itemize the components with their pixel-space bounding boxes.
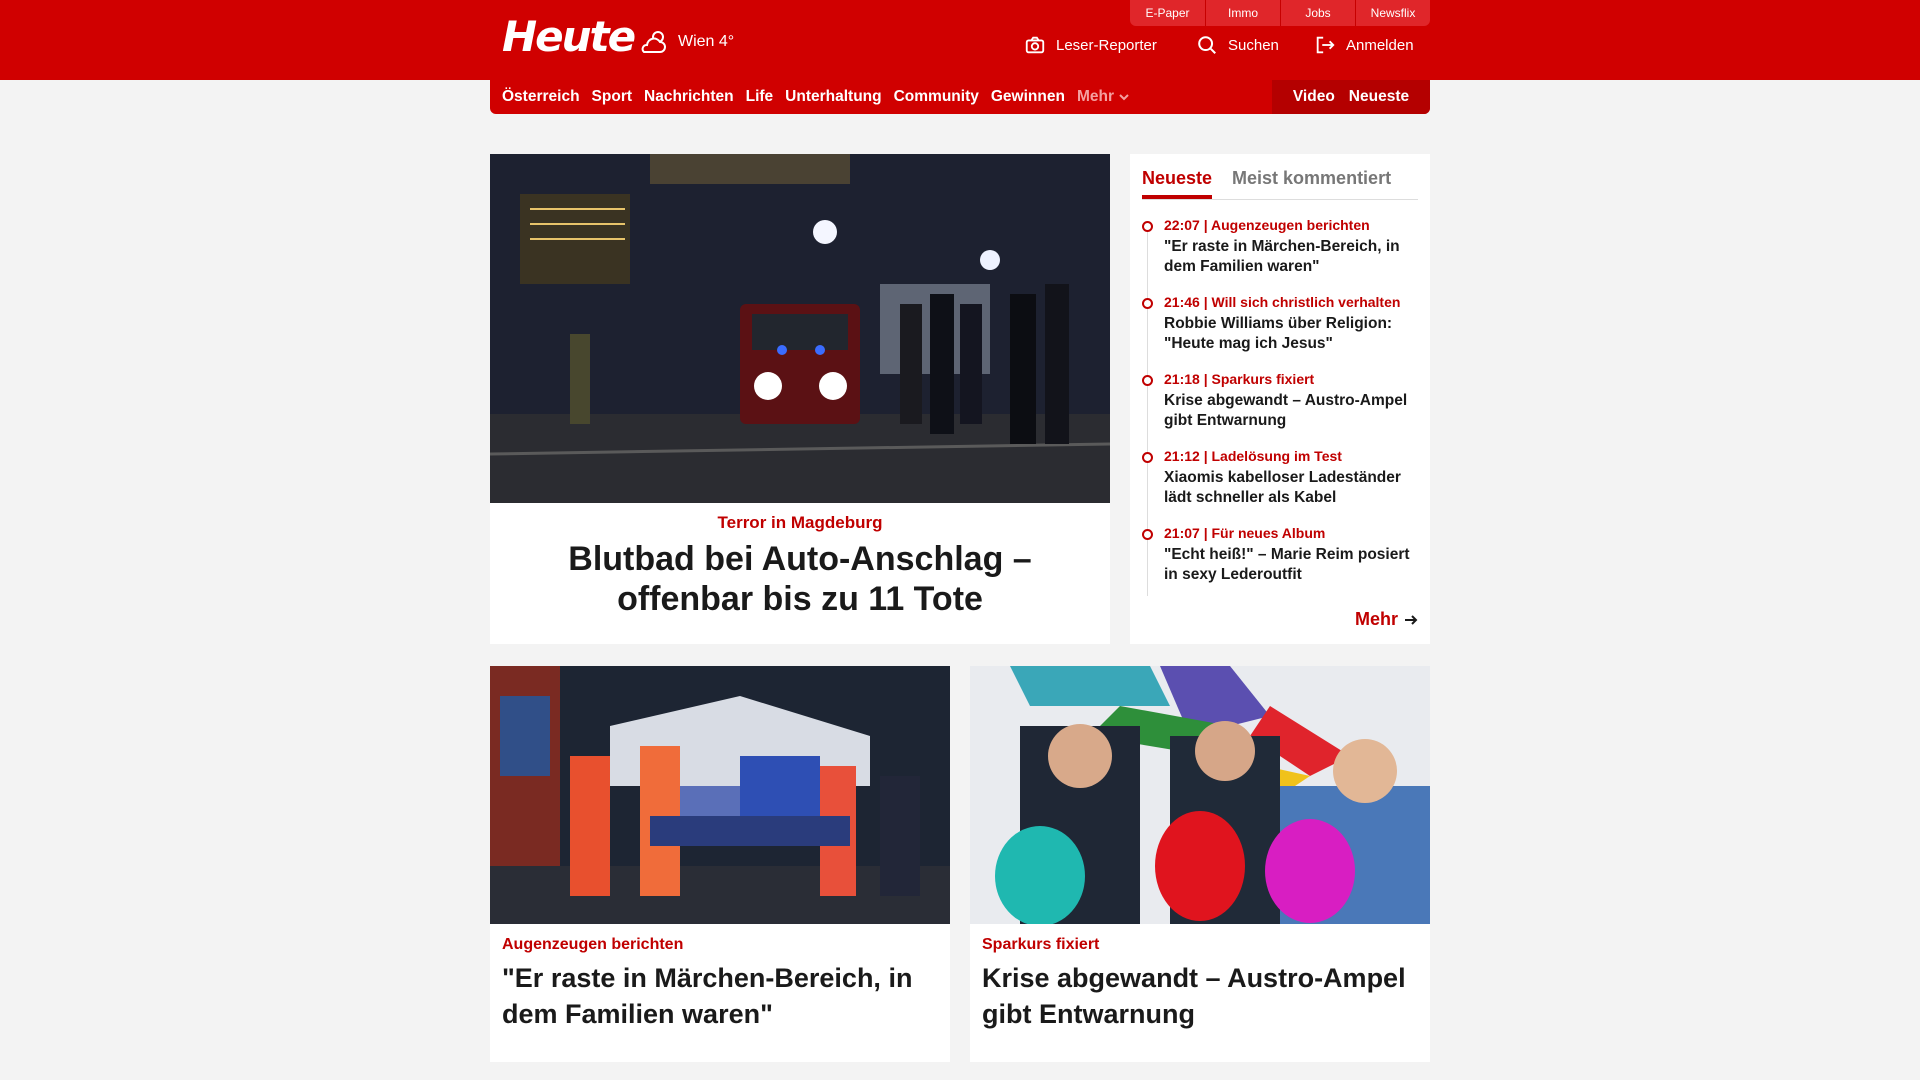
hero-image xyxy=(490,154,1110,503)
feed-item-title[interactable]: Xiaomis kabelloser Ladeständer lädt schn… xyxy=(1164,468,1418,508)
search-icon xyxy=(1198,36,1216,54)
timeline-dot xyxy=(1142,298,1153,309)
search-label: Suchen xyxy=(1228,36,1279,54)
leser-reporter-button[interactable]: Leser-Reporter xyxy=(1024,34,1157,56)
login-icon xyxy=(1316,36,1335,54)
search-button[interactable]: Suchen xyxy=(1196,34,1279,56)
feed-item-meta: 21:18 | Sparkurs fixiert xyxy=(1164,371,1315,387)
nav-item-unterhaltung[interactable]: Unterhaltung xyxy=(785,88,881,106)
news-sidebar: Neueste Meist kommentiert 22:07 | Augenz… xyxy=(1130,154,1430,644)
nav-item-video[interactable]: Video xyxy=(1293,88,1335,106)
nav-item-life[interactable]: Life xyxy=(746,88,774,106)
login-button[interactable]: Anmelden xyxy=(1314,34,1414,56)
nav-item-oesterreich[interactable]: Österreich xyxy=(502,88,580,106)
arrow-right-icon xyxy=(1405,614,1418,625)
weather-widget[interactable]: Wien 4° xyxy=(638,28,734,56)
article-card[interactable]: Sparkurs fixiert Krise abgewandt – Austr… xyxy=(970,666,1430,1062)
cloud-sun-icon xyxy=(641,31,666,53)
nav-item-gewinnen[interactable]: Gewinnen xyxy=(991,88,1065,106)
login-label: Anmelden xyxy=(1346,36,1414,54)
feed-item[interactable]: 21:07 | Für neues Album "Echt heiß!" – M… xyxy=(1142,524,1418,585)
util-link-epaper[interactable]: E-Paper xyxy=(1130,0,1205,26)
article-title[interactable]: "Er raste in Märchen-Bereich, in dem Fam… xyxy=(502,960,938,1032)
util-link-newsflix[interactable]: Newsflix xyxy=(1355,0,1430,26)
feed-item-meta: 21:46 | Will sich christlich verhalten xyxy=(1164,294,1401,310)
feed-item[interactable]: 21:12 | Ladelösung im Test Xiaomis kabel… xyxy=(1142,447,1418,508)
article-kicker: Sparkurs fixiert xyxy=(982,936,1100,953)
nav-item-sport[interactable]: Sport xyxy=(592,88,632,106)
hero-article[interactable]: Terror in Magdeburg Blutbad bei Auto-Ans… xyxy=(490,154,1110,644)
feed-item-title[interactable]: "Er raste in Märchen-Bereich, in dem Fam… xyxy=(1164,237,1418,277)
article-card[interactable]: Augenzeugen berichten "Er raste in Märch… xyxy=(490,666,950,1062)
weather-text: Wien 4° xyxy=(678,33,735,50)
nav-item-nachrichten[interactable]: Nachrichten xyxy=(644,88,734,106)
site-logo[interactable]: Heute xyxy=(502,12,636,61)
timeline-dot xyxy=(1142,452,1153,463)
timeline-dot xyxy=(1142,375,1153,386)
article-kicker: Augenzeugen berichten xyxy=(502,936,684,953)
hero-title[interactable]: Blutbad bei Auto-Anschlag – offenbar bis… xyxy=(490,539,1110,619)
nav-item-community[interactable]: Community xyxy=(894,88,979,106)
tab-meist-kommentiert[interactable]: Meist kommentiert xyxy=(1232,168,1391,199)
feed-item-title[interactable]: Robbie Williams über Religion: "Heute ma… xyxy=(1164,314,1418,354)
timeline-dot xyxy=(1142,529,1153,540)
nav-item-neueste[interactable]: Neueste xyxy=(1349,88,1409,106)
feed-item[interactable]: 21:18 | Sparkurs fixiert Krise abgewandt… xyxy=(1142,370,1418,431)
hero-kicker: Terror in Magdeburg xyxy=(717,513,883,532)
leser-reporter-label: Leser-Reporter xyxy=(1056,36,1157,54)
timeline-dot xyxy=(1142,221,1153,232)
feed-item-title[interactable]: Krise abgewandt – Austro-Ampel gibt Entw… xyxy=(1164,391,1418,431)
feed-item-meta: 21:12 | Ladelösung im Test xyxy=(1164,448,1342,464)
news-feed: 22:07 | Augenzeugen berichten "Er raste … xyxy=(1142,216,1418,596)
article-title[interactable]: Krise abgewandt – Austro-Ampel gibt Entw… xyxy=(982,960,1418,1032)
nav-more-dropdown[interactable]: Mehr xyxy=(1077,88,1130,106)
article-image xyxy=(970,666,1430,924)
feed-item-meta: 21:07 | Für neues Album xyxy=(1164,525,1326,541)
top-bar xyxy=(0,0,1920,80)
util-link-jobs[interactable]: Jobs xyxy=(1280,0,1355,26)
util-link-immo[interactable]: Immo xyxy=(1205,0,1280,26)
feed-item[interactable]: 22:07 | Augenzeugen berichten "Er raste … xyxy=(1142,216,1418,277)
chevron-down-icon xyxy=(1119,94,1129,101)
feed-item-title[interactable]: "Echt heiß!" – Marie Reim posiert in sex… xyxy=(1164,545,1418,585)
nav-right-group: Video Neueste xyxy=(1272,80,1430,114)
utility-links: E-Paper Immo Jobs Newsflix xyxy=(1130,0,1430,26)
camera-icon xyxy=(1025,36,1045,54)
more-news-label: Mehr xyxy=(1354,609,1398,629)
sidebar-tabs: Neueste Meist kommentiert xyxy=(1142,154,1418,200)
main-navigation: Österreich Sport Nachrichten Life Unterh… xyxy=(490,80,1430,114)
feed-item-meta: 22:07 | Augenzeugen berichten xyxy=(1164,217,1370,233)
tab-neueste[interactable]: Neueste xyxy=(1142,168,1213,199)
feed-item[interactable]: 21:46 | Will sich christlich verhalten R… xyxy=(1142,293,1418,354)
article-image xyxy=(490,666,950,924)
more-news-link[interactable]: Mehr xyxy=(1355,609,1418,630)
nav-more-label: Mehr xyxy=(1076,88,1114,105)
